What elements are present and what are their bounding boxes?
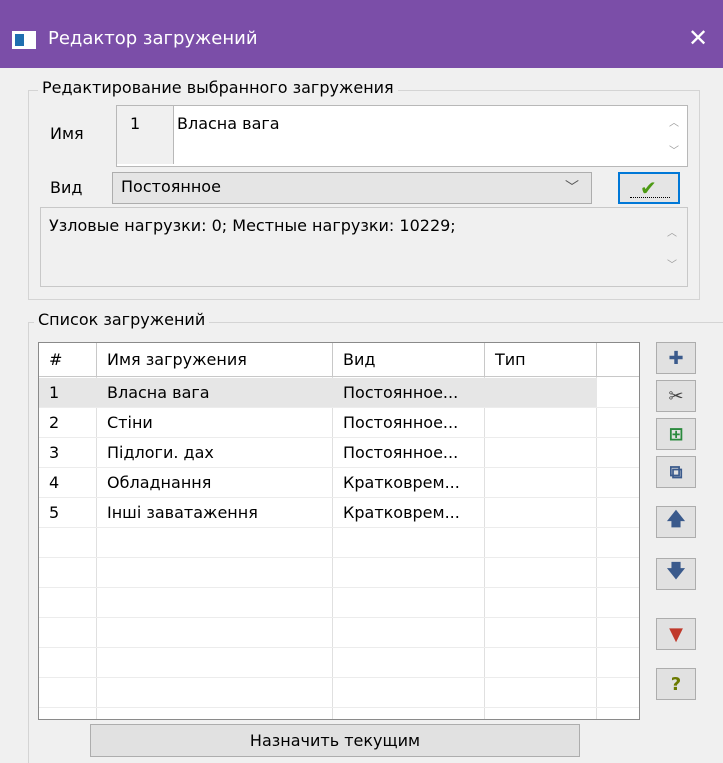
scroll-up-icon[interactable]: ︿ [667,114,681,129]
cut-load-button[interactable]: ✂ [656,380,696,412]
move-down-button[interactable]: 🡇 [656,558,696,590]
cell-number: 5 [49,503,60,522]
focus-underline [630,197,670,198]
row-divider [39,617,639,618]
row-divider [39,677,639,678]
row-divider [39,527,639,528]
name-label: Имя [50,124,84,143]
load-number-cell: 1 [117,106,174,164]
loads-table: # Имя загружения Вид Тип 1 Власна вага Пос… [38,342,640,720]
cell-load-type: Постоянное... [343,443,459,462]
column-header-spacer [597,343,639,377]
row-divider [39,647,639,648]
row-divider [39,557,639,558]
load-name-field[interactable]: 1 Власна вага ︿ ﹀ [116,105,688,167]
filter-icon: ▼ [669,623,683,645]
cell-number: 3 [49,443,60,462]
cell-number: 4 [49,473,60,492]
cell-load-name: Власна вага [107,383,210,402]
insert-table-icon: ⊞ [668,423,684,445]
chevron-down-icon: ﹀ [565,180,579,196]
column-header-name[interactable]: Имя загружения [97,343,333,377]
cell-load-name: Інші заватаження [107,503,258,522]
scroll-down-icon[interactable]: ﹀ [665,256,679,271]
column-header-kind[interactable]: Тип [485,343,597,377]
cell-load-type: Кратковрем... [343,473,460,492]
scroll-down-icon[interactable]: ﹀ [667,142,681,157]
window-title: Редактор загружений [48,28,258,49]
load-info-text: Узловые нагрузки: 0; Местные нагрузки: 1… [49,216,456,235]
cell-load-type: Постоянное... [343,383,459,402]
load-name-value[interactable]: Власна вага [177,114,280,133]
table-row[interactable]: 3 Підлоги. дах Постоянное... [39,438,597,467]
arrow-down-icon: 🡇 [666,561,686,582]
cell-load-kind [485,378,597,407]
row-divider [39,707,639,708]
type-label: Вид [50,178,83,197]
move-up-button[interactable]: 🡅 [656,506,696,538]
row-divider [39,587,639,588]
arrow-up-icon: 🡅 [666,509,686,530]
table-row[interactable]: 2 Стіни Постоянное... [39,408,597,437]
load-number: 1 [130,114,141,133]
apply-button[interactable]: ✔ [618,172,680,204]
column-header-type[interactable]: Вид [333,343,485,377]
add-load-button[interactable]: ✚ [656,342,696,374]
cell-number: 1 [49,383,60,402]
cell-load-kind [485,468,597,497]
cell-load-kind [485,438,597,467]
cell-load-kind [485,498,597,527]
edit-load-legend: Редактирование выбранного загружения [38,78,398,97]
assign-current-button[interactable]: Назначить текущим [90,724,580,757]
load-info-box: Узловые нагрузки: 0; Местные нагрузки: 1… [40,207,688,287]
load-type-value: Постоянное [121,177,221,196]
cell-load-kind [485,408,597,437]
cell-load-type: Кратковрем... [343,503,460,522]
load-list-legend: Список загружений [34,310,210,329]
plus-icon: ✚ [668,347,684,369]
help-icon: ? [670,673,682,695]
table-row[interactable]: 4 Обладнання Кратковрем... [39,468,597,497]
load-type-select[interactable]: Постоянное ﹀ [112,172,592,204]
filter-button[interactable]: ▼ [656,618,696,650]
cell-load-type: Постоянное... [343,413,459,432]
table-row[interactable]: 5 Інші заватаження Кратковрем... [39,498,597,527]
copy-icon: ⧉ [669,461,683,483]
help-button[interactable]: ? [656,668,696,700]
scissors-icon: ✂ [668,385,684,407]
cell-load-name: Стіни [107,413,153,432]
scroll-up-icon[interactable]: ︿ [665,224,679,239]
column-header-number[interactable]: # [39,343,97,377]
table-row[interactable]: 1 Власна вага Постоянное... [39,378,597,407]
app-window-icon [12,31,36,49]
cell-load-name: Підлоги. дах [107,443,214,462]
cell-number: 2 [49,413,60,432]
close-icon[interactable]: ✕ [683,23,713,53]
title-bar: Редактор загружений ✕ [0,0,723,68]
insert-load-button[interactable]: ⊞ [656,418,696,450]
cell-load-name: Обладнання [107,473,212,492]
copy-load-button[interactable]: ⧉ [656,456,696,488]
